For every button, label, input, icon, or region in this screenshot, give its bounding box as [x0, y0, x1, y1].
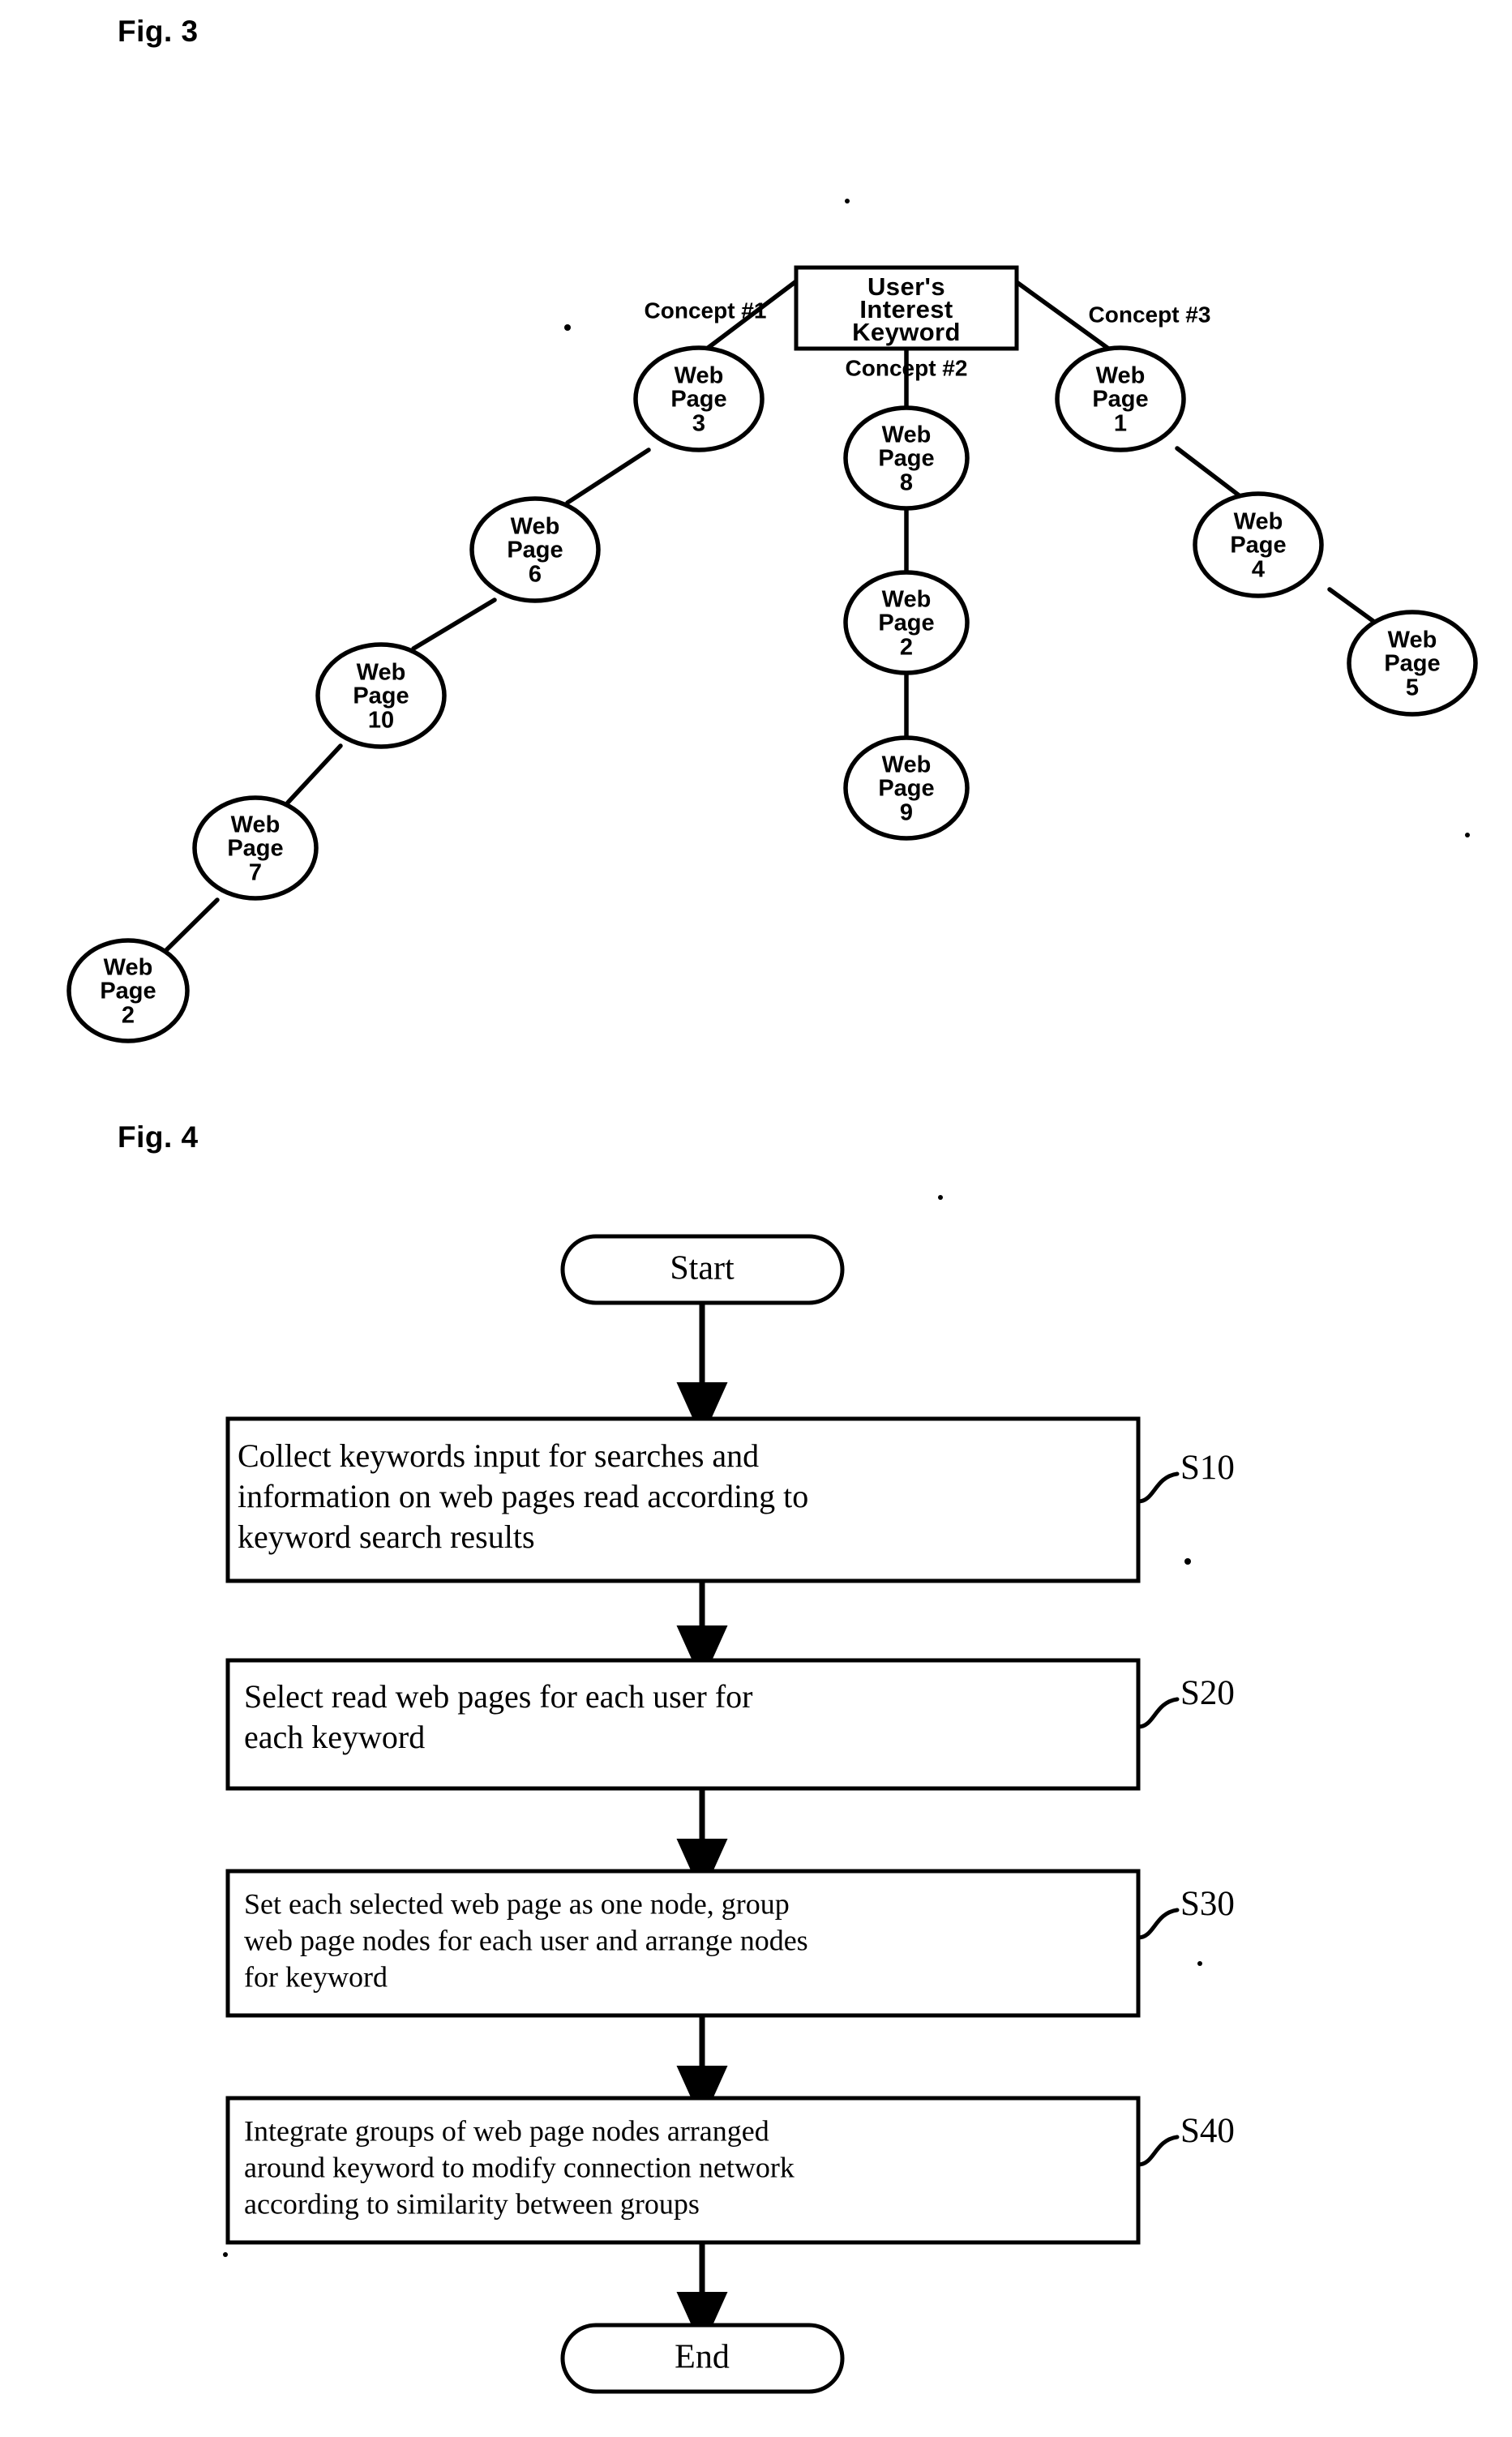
keyword-line-3: Keyword: [852, 318, 961, 346]
end-label: End: [675, 2339, 730, 2376]
node-number: 8: [900, 470, 913, 496]
node-number: 3: [692, 411, 705, 437]
node-web-page-6: Web Page 6: [469, 496, 601, 603]
edge-keyword-to-page3: [705, 279, 799, 351]
node-web-page-1: Web Page 1: [1055, 345, 1186, 452]
edge-page7-page2: [164, 897, 220, 953]
end-terminator: End: [560, 2323, 845, 2394]
print-speck: [1184, 1558, 1191, 1565]
node-number: 2: [900, 635, 913, 661]
figure-4-caption: Fig. 4: [118, 1120, 199, 1154]
start-terminator: Start: [560, 1234, 845, 1305]
node-number: 10: [368, 708, 394, 734]
print-speck: [1197, 1961, 1202, 1966]
figure-4-flowchart: Start Collect keywords input for searche…: [0, 1086, 1512, 2437]
s20-line-2: each keyword: [244, 1719, 425, 1755]
concept-3-label: Concept #3: [1089, 302, 1211, 327]
figure-3-caption: Fig. 3: [118, 15, 199, 48]
s40-line-2: around keyword to modify connection netw…: [244, 2151, 795, 2183]
node-label-line2: Page: [353, 683, 409, 709]
edge-page3-page6: [565, 448, 651, 505]
step-id-s20: S20: [1180, 1674, 1235, 1712]
node-web-page-7: Web Page 7: [192, 795, 319, 901]
node-label-line1: Web: [675, 363, 724, 389]
node-label-line2: Page: [878, 446, 934, 472]
s20-line-1: Select read web pages for each user for: [244, 1678, 752, 1715]
s10-line-2: information on web pages read according …: [238, 1478, 808, 1514]
print-speck: [564, 324, 571, 331]
node-number: 4: [1252, 557, 1265, 583]
node-label-line2: Page: [1230, 533, 1286, 559]
node-web-page-4: Web Page 4: [1193, 491, 1324, 598]
node-web-page-3: Web Page 3: [633, 345, 765, 452]
node-label-line1: Web: [357, 660, 406, 686]
s10-line-3: keyword search results: [238, 1518, 535, 1555]
node-number: 7: [249, 860, 262, 886]
process-box-s10: Collect keywords input for searches and …: [225, 1416, 1141, 1583]
start-label: Start: [670, 1250, 735, 1287]
node-label-line1: Web: [511, 514, 560, 540]
node-number: 9: [900, 800, 913, 826]
node-label-line2: Page: [1092, 387, 1148, 413]
node-label-line2: Page: [878, 776, 934, 802]
leader-s40: [1136, 2135, 1180, 2167]
node-web-page-5: Web Page 5: [1347, 610, 1478, 717]
node-label-line1: Web: [882, 422, 932, 448]
s30-line-1: Set each selected web page as one node, …: [244, 1887, 790, 1920]
process-box-s30: Set each selected web page as one node, …: [225, 1869, 1141, 2018]
s10-line-1: Collect keywords input for searches and: [238, 1437, 759, 1474]
node-label-line1: Web: [882, 587, 932, 613]
s30-line-3: for keyword: [244, 1960, 388, 1993]
print-speck: [223, 2252, 228, 2257]
edge-keyword-to-page1: [1014, 280, 1113, 353]
process-box-s20: Select read web pages for each user for …: [225, 1658, 1141, 1791]
node-label-line2: Page: [670, 387, 726, 413]
keyword-line-1: User's: [867, 272, 945, 301]
node-label-line1: Web: [1096, 363, 1146, 389]
node-web-page-2-branch1: Web Page 2: [66, 938, 190, 1043]
node-label-line2: Page: [507, 538, 563, 563]
node-label-line1: Web: [1234, 509, 1283, 535]
s30-line-2: web page nodes for each user and arrange…: [244, 1924, 808, 1956]
node-web-page-2-branch2: Web Page 2: [843, 570, 970, 675]
step-id-s40: S40: [1180, 2112, 1235, 2150]
edge-page4-page5: [1327, 587, 1400, 641]
edge-page10-page7: [285, 743, 343, 805]
leader-s30: [1136, 1908, 1180, 1940]
node-number: 2: [122, 1003, 135, 1029]
s40-line-3: according to similarity between groups: [244, 2187, 700, 2220]
node-label-line2: Page: [227, 836, 283, 862]
step-id-s30: S30: [1180, 1885, 1235, 1923]
node-label-line2: Page: [1384, 651, 1440, 677]
concept-2-label: Concept #2: [846, 355, 968, 380]
print-speck: [1465, 833, 1470, 837]
node-number: 6: [529, 562, 542, 588]
print-speck: [235, 1982, 240, 1987]
node-label-line2: Page: [878, 610, 934, 636]
node-label-line1: Web: [1388, 627, 1437, 653]
node-label-line1: Web: [231, 812, 281, 838]
concept-1-label: Concept #1: [645, 298, 767, 323]
node-label-line2: Page: [100, 979, 156, 1004]
node-web-page-8: Web Page 8: [843, 405, 970, 511]
process-box-s40: Integrate groups of web page nodes arran…: [225, 2096, 1141, 2245]
keyword-line-2: Interest: [859, 295, 953, 323]
patent-page: Fig. 3 User's Interest Keyword Concept #…: [0, 0, 1512, 2437]
print-speck: [845, 199, 850, 203]
node-web-page-9: Web Page 9: [843, 735, 970, 841]
users-interest-keyword-box: User's Interest Keyword: [794, 265, 1019, 351]
edge-page1-page4: [1175, 446, 1251, 505]
leader-s20: [1136, 1697, 1180, 1729]
node-web-page-10: Web Page 10: [315, 642, 447, 749]
step-id-s10: S10: [1180, 1449, 1235, 1487]
node-label-line1: Web: [882, 752, 932, 778]
print-speck: [938, 1195, 943, 1200]
node-number: 1: [1114, 411, 1127, 437]
edge-page6-page10: [411, 597, 497, 651]
node-label-line1: Web: [104, 955, 153, 981]
node-number: 5: [1406, 675, 1419, 701]
figure-3-diagram: User's Interest Keyword Concept #1 Conce…: [0, 0, 1512, 1086]
leader-s10: [1136, 1471, 1180, 1504]
s40-line-1: Integrate groups of web page nodes arran…: [244, 2114, 769, 2147]
